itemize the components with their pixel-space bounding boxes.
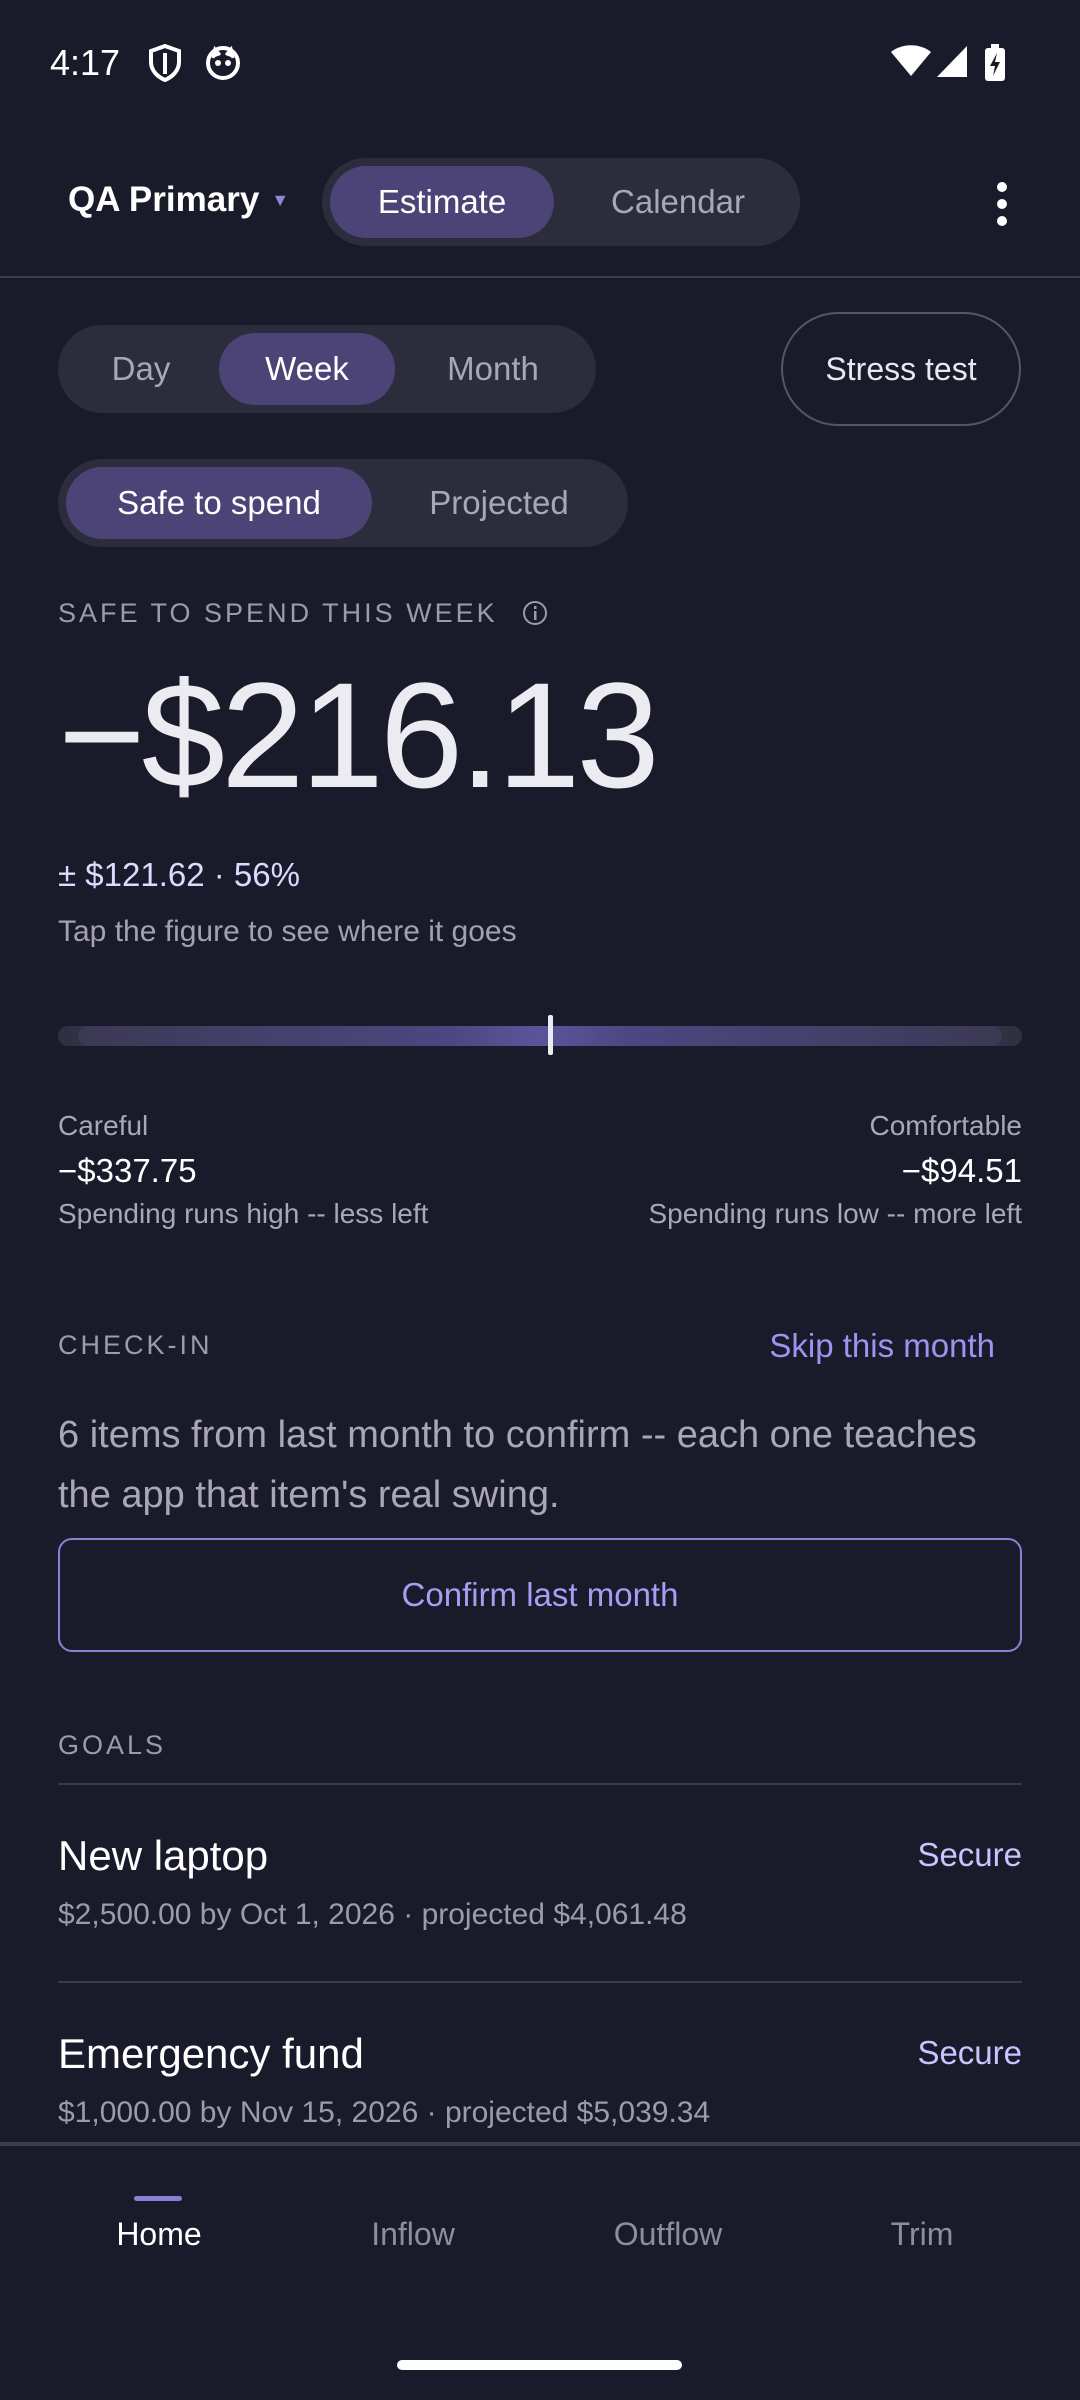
- goal-detail: $2,500.00 by Oct 1, 2026 · projected $4,…: [58, 1898, 687, 1931]
- secure-goal-button[interactable]: Secure: [917, 2034, 1022, 2072]
- period-toggle: Day Week Month: [58, 325, 596, 413]
- tab-calendar[interactable]: Calendar: [564, 166, 792, 238]
- goal-title[interactable]: New laptop: [58, 1832, 268, 1880]
- account-name: QA Primary: [68, 180, 260, 219]
- estimate-range-bar: [58, 1026, 1022, 1046]
- nav-inflow[interactable]: Inflow: [278, 2216, 548, 2253]
- status-time: 4:17: [50, 42, 121, 83]
- estimate-marker: [547, 1015, 553, 1055]
- comfortable-label: Comfortable: [869, 1110, 1022, 1141]
- comfortable-value: −$94.51: [901, 1152, 1022, 1189]
- active-tab-indicator: [134, 2196, 182, 2201]
- gesture-home-bar[interactable]: [397, 2360, 682, 2370]
- mode-safe-to-spend[interactable]: Safe to spend: [66, 467, 372, 539]
- estimate-heading: SAFE TO SPEND THIS WEEK: [58, 598, 498, 628]
- goal-detail: $1,000.00 by Nov 15, 2026 · projected $5…: [58, 2096, 711, 2129]
- mode-toggle: Safe to spend Projected: [58, 459, 628, 547]
- nav-trim[interactable]: Trim: [787, 2216, 1057, 2253]
- period-week[interactable]: Week: [219, 333, 395, 405]
- nav-home[interactable]: Home: [24, 2216, 294, 2253]
- comfortable-note: Spending runs low -- more left: [648, 1198, 1022, 1229]
- account-selector[interactable]: QA Primary ▼: [68, 180, 289, 220]
- skip-month-link[interactable]: Skip this month: [769, 1327, 995, 1365]
- more-options-icon[interactable]: [985, 180, 1019, 228]
- careful-note: Spending runs high -- less left: [58, 1198, 429, 1229]
- period-day[interactable]: Day: [66, 333, 216, 405]
- cat-face-icon: [205, 44, 241, 85]
- cell-signal-icon: [936, 44, 968, 83]
- confirm-last-month-button[interactable]: Confirm last month: [58, 1538, 1022, 1652]
- view-switcher: Estimate Calendar: [322, 158, 800, 246]
- secure-goal-button[interactable]: Secure: [917, 1836, 1022, 1874]
- stress-test-button[interactable]: Stress test: [781, 312, 1021, 426]
- divider: [58, 1981, 1022, 1983]
- mode-projected[interactable]: Projected: [378, 467, 620, 539]
- goals-heading: GOALS: [58, 1730, 167, 1760]
- careful-label: Careful: [58, 1110, 149, 1141]
- estimate-range: ± $121.62 · 56%: [58, 856, 300, 893]
- checkin-text: 6 items from last month to confirm -- ea…: [58, 1414, 977, 1516]
- nav-outflow[interactable]: Outflow: [533, 2216, 803, 2253]
- top-app-bar: QA Primary ▼ Estimate Calendar: [0, 130, 1080, 278]
- checkin-heading: CHECK-IN: [58, 1330, 213, 1360]
- estimate-hint: Tap the figure to see where it goes: [58, 915, 517, 948]
- battery-charging-icon: [984, 44, 1006, 87]
- info-icon[interactable]: [520, 598, 550, 633]
- divider: [58, 1783, 1022, 1785]
- shield-icon: [148, 43, 182, 87]
- careful-value: −$337.75: [58, 1152, 197, 1189]
- wifi-icon: [890, 44, 932, 83]
- goal-title[interactable]: Emergency fund: [58, 2030, 364, 2078]
- safe-to-spend-amount[interactable]: −$216.13: [58, 660, 660, 810]
- tab-estimate[interactable]: Estimate: [330, 166, 554, 238]
- status-bar: 4:17: [0, 0, 1080, 130]
- period-month[interactable]: Month: [398, 333, 588, 405]
- dropdown-caret-icon: ▼: [271, 189, 290, 210]
